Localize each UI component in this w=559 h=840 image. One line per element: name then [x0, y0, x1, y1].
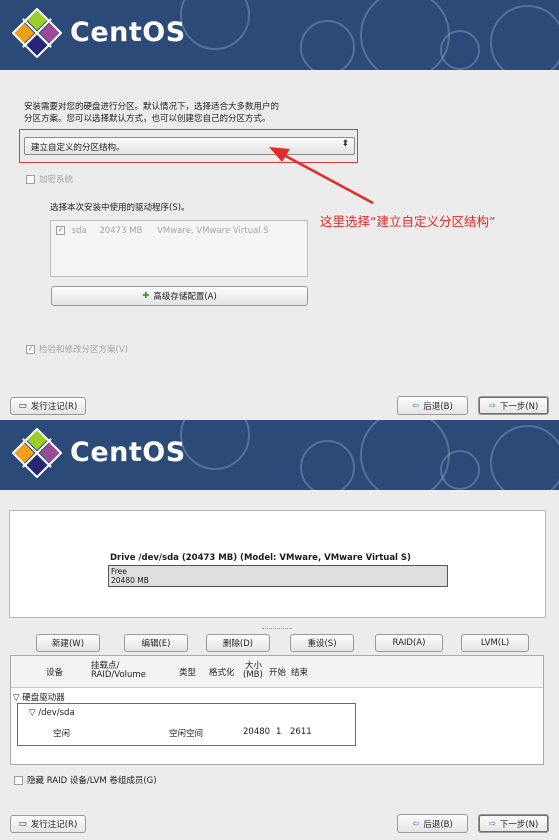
- free-size: 20480 MB: [111, 576, 149, 585]
- installer-screen-partition-type: CentOS 安装需要对您的硬盘进行分区。默认情况下，选择适合大多数用户的 分区…: [0, 0, 559, 420]
- next-label: 下一步(N): [499, 819, 539, 830]
- drive-name: sda: [71, 226, 87, 236]
- edit-button[interactable]: 编辑(E): [124, 634, 188, 652]
- back-label: 后退(B): [423, 401, 453, 412]
- col-format[interactable]: 格式化: [209, 666, 235, 678]
- delete-button[interactable]: 删除(D): [206, 634, 270, 652]
- release-notes-button[interactable]: ▭ 发行注记(R): [10, 815, 86, 833]
- col-end[interactable]: 结束: [291, 666, 308, 678]
- header-banner: CentOS: [0, 0, 559, 70]
- intro-line-2: 分区方案。您可以选择默认方式，也可以创建您自己的分区方式。: [24, 114, 271, 124]
- checkbox-icon: [14, 776, 23, 785]
- next-label: 下一步(N): [499, 401, 539, 412]
- drive-visual-area: Drive /dev/sda (20473 MB) (Model: VMware…: [9, 510, 546, 618]
- row-type: 空闲空间: [169, 729, 204, 739]
- back-button[interactable]: ⇦ 后退(B): [397, 396, 468, 415]
- drive-size: 20473 MB: [99, 226, 143, 236]
- next-button[interactable]: ⇨ 下一步(N): [478, 396, 549, 415]
- add-icon: ✚: [142, 291, 150, 301]
- drive-title: Drive /dev/sda (20473 MB) (Model: VMware…: [110, 553, 411, 563]
- annotation-text: 这里选择“建立自定义分区结构”: [320, 214, 496, 229]
- release-notes-label: 发行注记(R): [30, 402, 78, 412]
- tree-device-label: /dev/sda: [38, 708, 75, 718]
- tree-device-row[interactable]: ▽ /dev/sda: [29, 708, 75, 718]
- logo-text: CentOS: [70, 17, 186, 48]
- advanced-storage-button[interactable]: ✚ 高级存储配置(A): [51, 286, 308, 306]
- col-size-line2[interactable]: (MB): [243, 670, 263, 680]
- row-end: 2611: [290, 727, 312, 737]
- encrypt-checkbox[interactable]: 加密系统: [26, 173, 73, 185]
- back-arrow-icon: ⇦: [412, 400, 420, 411]
- next-button[interactable]: ⇨ 下一步(N): [478, 814, 549, 833]
- centos-logo-icon: [12, 428, 62, 478]
- col-type[interactable]: 类型: [179, 666, 196, 678]
- back-label: 后退(B): [423, 819, 453, 830]
- free-space-bar[interactable]: Free 20480 MB: [108, 565, 448, 587]
- col-mount-line2[interactable]: RAID/Volume: [91, 670, 146, 680]
- header-banner: CentOS: [0, 420, 559, 490]
- row-start: 1: [276, 727, 282, 737]
- checkbox-checked-icon: ✓: [56, 226, 65, 235]
- col-start[interactable]: 开始: [269, 666, 286, 678]
- drive-row[interactable]: ✓ sda 20473 MB VMware, VMware Virtual S: [56, 226, 269, 236]
- lvm-button[interactable]: LVM(L): [461, 634, 529, 652]
- pane-divider-handle[interactable]: [262, 628, 292, 630]
- intro-line-1: 安装需要对您的硬盘进行分区。默认情况下，选择适合大多数用户的: [24, 102, 280, 112]
- back-arrow-icon: ⇦: [412, 818, 420, 829]
- reset-button[interactable]: 重设(S): [290, 634, 354, 652]
- checkbox-checked-icon: ✓: [26, 345, 35, 354]
- next-arrow-icon: ⇨: [488, 400, 496, 411]
- drive-model: VMware, VMware Virtual S: [157, 226, 269, 236]
- tree-group-label: 硬盘驱动器: [22, 693, 65, 703]
- advanced-storage-label: 高级存储配置(A): [153, 292, 217, 302]
- document-icon: ▭: [18, 819, 27, 829]
- hide-raid-checkbox[interactable]: 隐藏 RAID 设备/LVM 卷组成员(G): [14, 774, 157, 786]
- new-button[interactable]: 新建(W): [36, 634, 100, 652]
- review-label: 检验和修改分区方案(V): [39, 345, 128, 355]
- partition-table[interactable]: 设备 挂载点/ RAID/Volume 类型 格式化 大小 (MB) 开始 结束…: [10, 655, 544, 765]
- drivers-label: 选择本次安装中使用的驱动程序(S)。: [50, 203, 190, 213]
- encrypt-label: 加密系统: [39, 175, 74, 185]
- back-button[interactable]: ⇦ 后退(B): [397, 814, 468, 833]
- annotation-arrow-icon: [269, 147, 374, 205]
- row-size: 20480: [243, 727, 271, 737]
- drive-list[interactable]: ✓ sda 20473 MB VMware, VMware Virtual S: [50, 220, 308, 277]
- hide-raid-label: 隐藏 RAID 设备/LVM 卷组成员(G): [27, 776, 157, 786]
- col-device[interactable]: 设备: [46, 666, 63, 678]
- raid-button[interactable]: RAID(A): [375, 634, 443, 652]
- release-notes-label: 发行注记(R): [30, 820, 78, 830]
- next-arrow-icon: ⇨: [488, 818, 496, 829]
- free-label: Free: [111, 567, 127, 576]
- document-icon: ▭: [18, 401, 27, 411]
- centos-logo-icon: [12, 8, 62, 58]
- tree-group-row[interactable]: ▽ 硬盘驱动器: [13, 691, 65, 703]
- partition-type-value: 建立自定义的分区结构。: [31, 143, 125, 153]
- checkbox-icon: [26, 175, 35, 184]
- release-notes-button[interactable]: ▭ 发行注记(R): [10, 397, 86, 415]
- review-checkbox[interactable]: ✓ 检验和修改分区方案(V): [26, 343, 128, 355]
- expand-triangle-icon: ▽: [29, 708, 36, 718]
- row-name: 空闲: [53, 729, 71, 739]
- expand-triangle-icon: ▽: [13, 693, 20, 703]
- logo-text: CentOS: [70, 437, 186, 468]
